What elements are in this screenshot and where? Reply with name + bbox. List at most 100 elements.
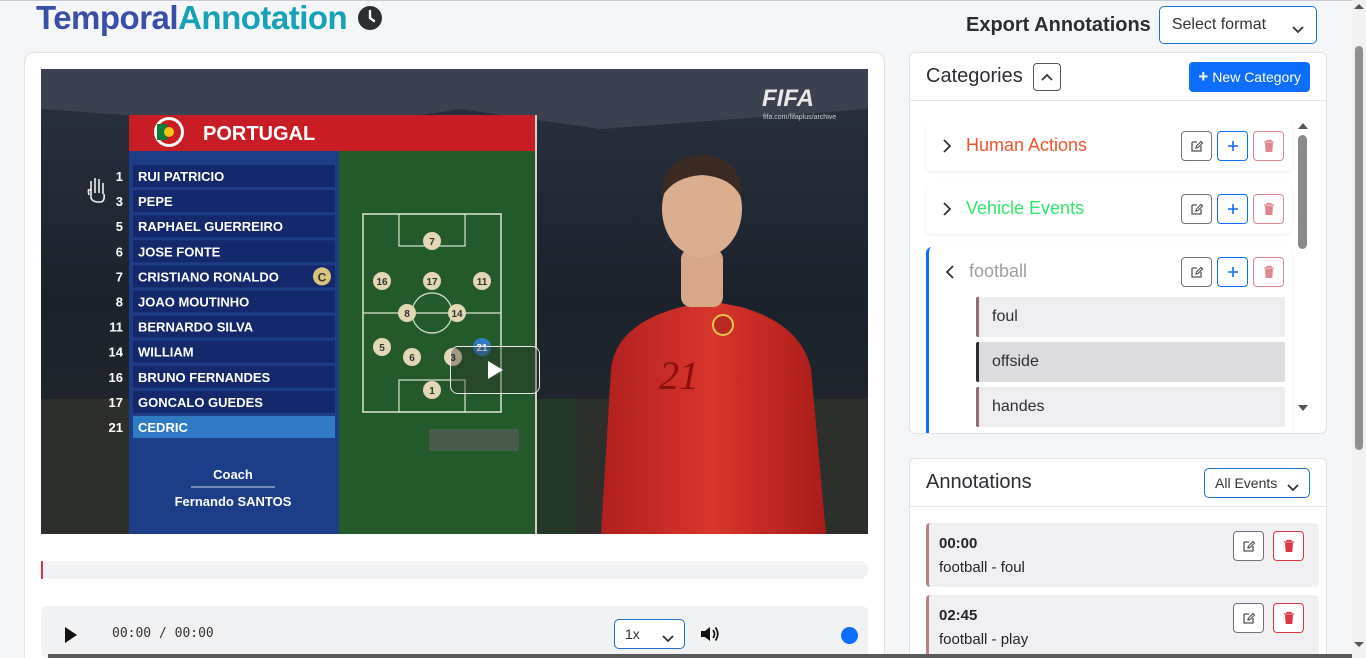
volume-icon[interactable] bbox=[699, 624, 721, 644]
trash-icon bbox=[1263, 139, 1274, 152]
export-section: Export Annotations Select format bbox=[966, 6, 1317, 44]
edit-icon bbox=[1190, 140, 1203, 152]
new-category-button[interactable]: + New Category bbox=[1189, 62, 1310, 92]
pitch-player-number: 5 bbox=[379, 343, 385, 354]
annotation-label: football - foul bbox=[939, 559, 1025, 576]
player-number: 7 bbox=[116, 269, 123, 284]
player-number: 8 bbox=[116, 295, 123, 310]
player-number: 11 bbox=[109, 320, 123, 335]
brand-title-part1: Temporal bbox=[36, 0, 179, 36]
edit-icon bbox=[1242, 540, 1255, 552]
coach-label: Coach bbox=[213, 467, 253, 482]
annotation-label: football - play bbox=[939, 631, 1029, 648]
page-scroll-down-arrow[interactable] bbox=[1354, 642, 1364, 647]
export-format-select[interactable]: Select format bbox=[1158, 6, 1317, 44]
edit-icon bbox=[1190, 203, 1203, 215]
volume-slider-handle[interactable] bbox=[841, 627, 858, 644]
edit-icon bbox=[1190, 266, 1203, 278]
category-list: Human Actions Vehicle Events football fo… bbox=[910, 102, 1300, 433]
annotation-time: 00:00 bbox=[939, 535, 978, 552]
plus-icon bbox=[1227, 141, 1238, 151]
subcategory-item-handes[interactable]: handes bbox=[976, 387, 1285, 427]
category-name: Vehicle Events bbox=[966, 198, 1085, 218]
player-name: JOSE FONTE bbox=[138, 244, 221, 259]
edit-annotation-button[interactable] bbox=[1233, 603, 1264, 633]
player-name: WILLIAM bbox=[138, 345, 194, 360]
category-item-human-actions[interactable]: Human Actions bbox=[926, 121, 1292, 171]
player-number: 1 bbox=[116, 169, 123, 184]
shirt-number: 21 bbox=[659, 353, 699, 398]
delete-category-button[interactable] bbox=[1253, 194, 1284, 224]
collapse-categories-button[interactable] bbox=[1032, 62, 1061, 91]
pitch-player-number: 8 bbox=[404, 309, 410, 320]
category-name: football bbox=[969, 261, 1028, 281]
chevron-left-icon[interactable] bbox=[945, 265, 955, 279]
edit-category-button[interactable] bbox=[1181, 257, 1212, 287]
player-number: 6 bbox=[116, 244, 123, 259]
category-item-vehicle-events[interactable]: Vehicle Events bbox=[926, 184, 1292, 234]
lineup-list: 1 RUI PATRICIO 3 PEPE 5 RAPHAEL GUERREIRO 6 JOS… bbox=[109, 165, 335, 438]
big-play-button[interactable] bbox=[450, 346, 540, 394]
delete-annotation-button[interactable] bbox=[1273, 531, 1304, 561]
player-name: BERNARDO SILVA bbox=[138, 320, 254, 335]
annotation-item[interactable]: 00:00 football - foul bbox=[926, 523, 1319, 587]
trash-icon bbox=[1263, 202, 1274, 215]
video-player[interactable]: PORTUGAL 1 RUI PATRICIO 3 PEPE 5 RAPHAEL GUER… bbox=[41, 69, 868, 534]
player-name: GONCALO GUEDES bbox=[138, 395, 263, 410]
chevron-right-icon[interactable] bbox=[942, 202, 952, 216]
subcategory-item-foul[interactable]: foul bbox=[976, 297, 1285, 337]
player-number: 5 bbox=[116, 219, 123, 234]
page-scroll-up-arrow[interactable] bbox=[1354, 4, 1364, 9]
team-name: PORTUGAL bbox=[203, 123, 315, 145]
captain-mark: C bbox=[318, 270, 327, 284]
pitch-player-number: 7 bbox=[429, 237, 435, 248]
annotation-timeline[interactable] bbox=[41, 561, 868, 579]
export-format-value: Select format bbox=[1171, 16, 1267, 33]
timeline-cursor[interactable] bbox=[41, 561, 43, 579]
player-number: 21 bbox=[109, 420, 123, 435]
annotation-item[interactable]: 02:45 football - play bbox=[926, 595, 1319, 658]
player-name: CEDRIC bbox=[138, 420, 188, 435]
app-logo: Temporal Annotation bbox=[36, 0, 383, 36]
trash-icon bbox=[1283, 539, 1294, 552]
pitch-player-number: 11 bbox=[477, 277, 488, 288]
playback-speed-select[interactable]: 1x bbox=[614, 619, 685, 649]
trash-icon bbox=[1263, 265, 1274, 278]
time-display: 00:00 / 00:00 bbox=[112, 626, 214, 641]
play-icon[interactable] bbox=[63, 626, 79, 644]
player-name: RAPHAEL GUERREIRO bbox=[138, 219, 283, 234]
play-icon bbox=[488, 361, 503, 379]
player-name: RUI PATRICIO bbox=[138, 169, 224, 184]
horizontal-scrollbar[interactable] bbox=[48, 654, 1352, 658]
add-subcategory-button[interactable] bbox=[1217, 131, 1248, 161]
page-scrollbar-thumb[interactable] bbox=[1355, 46, 1363, 450]
delete-category-button[interactable] bbox=[1253, 131, 1284, 161]
delete-annotation-button[interactable] bbox=[1273, 603, 1304, 633]
playback-speed-value: 1x bbox=[625, 626, 640, 642]
player-name: BRUNO FERNANDES bbox=[138, 370, 271, 385]
pitch-player-number: 17 bbox=[426, 277, 438, 288]
edit-category-button[interactable] bbox=[1181, 194, 1212, 224]
edit-category-button[interactable] bbox=[1181, 131, 1212, 161]
categories-scrollbar-thumb[interactable] bbox=[1298, 135, 1307, 249]
player-name: CRISTIANO RONALDO bbox=[138, 269, 279, 284]
pitch-player-number: 16 bbox=[376, 277, 388, 288]
add-subcategory-button[interactable] bbox=[1217, 257, 1248, 287]
subcategory-item-offside[interactable]: offside bbox=[976, 342, 1285, 382]
delete-category-button[interactable] bbox=[1253, 257, 1284, 287]
category-item-football[interactable]: football foul offside handes bbox=[926, 247, 1292, 433]
player-number: 17 bbox=[109, 395, 123, 410]
fifa-watermark: FIFA bbox=[762, 85, 814, 112]
event-filter-select[interactable]: All Events bbox=[1204, 468, 1310, 498]
add-subcategory-button[interactable] bbox=[1217, 194, 1248, 224]
chevron-right-icon[interactable] bbox=[942, 139, 952, 153]
brand-title-part2: Annotation bbox=[178, 0, 348, 36]
scroll-up-arrow[interactable] bbox=[1298, 123, 1308, 129]
subcategory-label: foul bbox=[992, 308, 1018, 325]
export-label: Export Annotations bbox=[966, 13, 1151, 36]
scroll-down-arrow[interactable] bbox=[1298, 405, 1308, 411]
player-name: PEPE bbox=[138, 194, 173, 209]
player-number: 14 bbox=[109, 345, 124, 360]
edit-annotation-button[interactable] bbox=[1233, 531, 1264, 561]
plus-icon bbox=[1227, 204, 1238, 214]
